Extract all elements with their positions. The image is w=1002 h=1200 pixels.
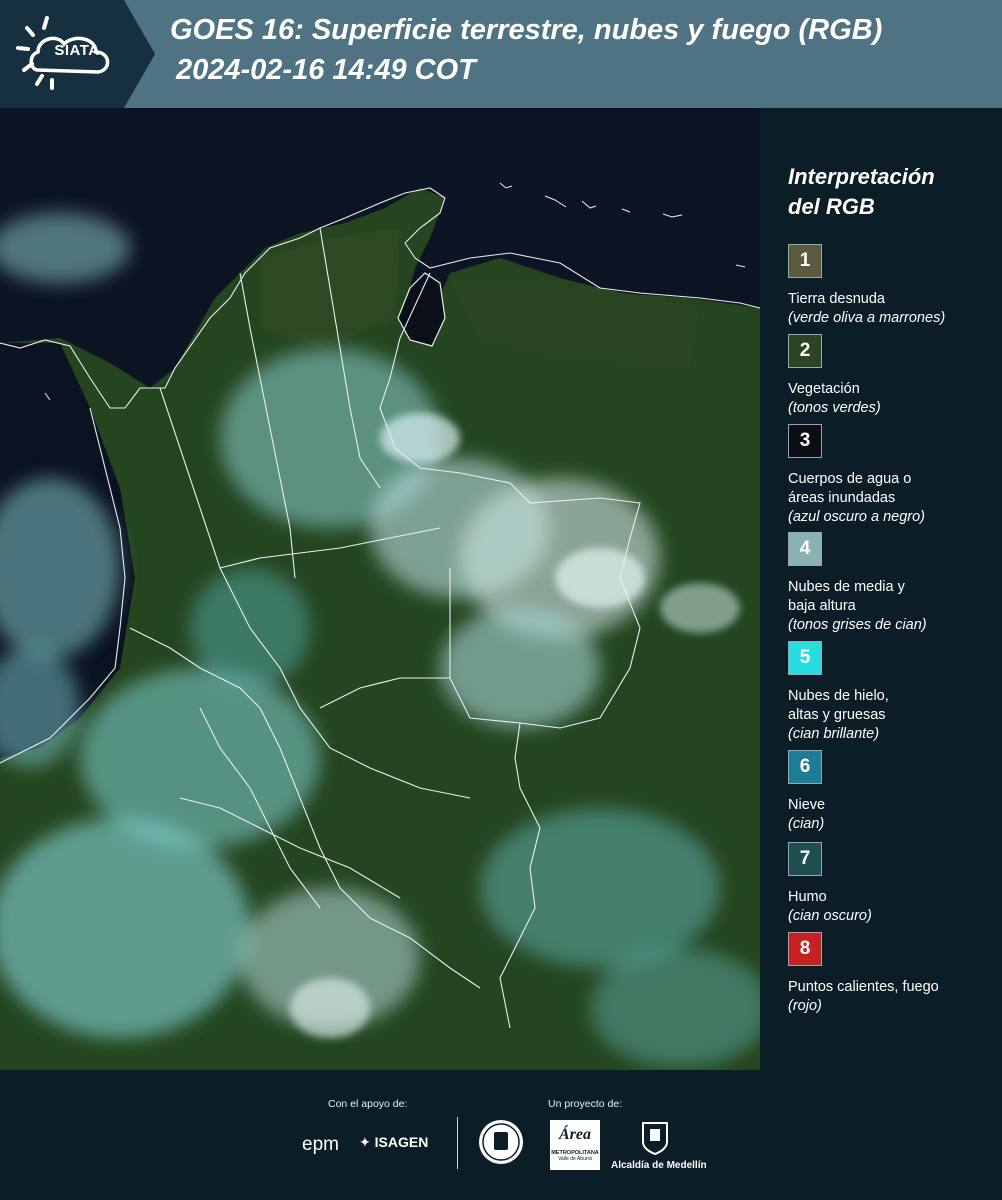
legend-item-label: Nubes de hielo, altas y gruesas <box>788 687 998 725</box>
legend-item-label-line2: baja altura <box>788 598 856 614</box>
area-logo-text: Área <box>559 1126 591 1143</box>
legend-item-label: Cuerpos de agua o áreas inundadas <box>788 470 998 508</box>
alcaldia-medellin-label: Alcaldía de Medellín <box>611 1160 707 1171</box>
siata-logo: SIATA <box>0 0 155 108</box>
legend-item-mid-low-clouds: 4 Nubes de media y baja altura (tonos gr… <box>788 532 998 635</box>
legend-swatch: 5 <box>788 641 822 675</box>
legend-item-label: Nieve <box>788 797 826 813</box>
area-metropolitana-logo: Área METROPOLITANA Valle de Aburrá <box>550 1120 600 1170</box>
legend-item-bare-land: 1 Tierra desnuda (verde oliva a marrones… <box>788 244 998 328</box>
rgb-legend-panel: Interpretación del RGB 1 Tierra desnuda … <box>760 108 1002 1070</box>
legend-item-label-line1: Cuerpos de agua o <box>788 471 912 487</box>
legend-item-label: Vegetación <box>788 381 860 397</box>
legend-item-note: (tonos verdes) <box>788 400 881 416</box>
legend-item-water: 3 Cuerpos de agua o áreas inundadas (azu… <box>788 424 998 527</box>
legend-item-note: (rojo) <box>788 998 822 1014</box>
legend-item-note: (azul oscuro a negro) <box>788 509 926 525</box>
legend-item-snow: 6 Nieve (cian) <box>788 750 998 834</box>
satellite-map <box>0 108 760 1070</box>
isagen-icon: ✦ <box>359 1134 371 1150</box>
legend-item-ice-clouds: 5 Nubes de hielo, altas y gruesas (cian … <box>788 641 998 744</box>
siata-logo-text: SIATA <box>54 42 100 59</box>
isagen-logo-text: ISAGEN <box>374 1134 429 1150</box>
legend-item-label: Nubes de media y baja altura <box>788 578 998 616</box>
legend-swatch: 8 <box>788 932 822 966</box>
legend-item-vegetation: 2 Vegetación (tonos verdes) <box>788 334 998 418</box>
legend-item-label-line2: altas y gruesas <box>788 707 886 723</box>
legend-swatch: 1 <box>788 244 822 278</box>
legend-item-smoke: 7 Humo (cian oscuro) <box>788 842 998 926</box>
medellin-crest-icon <box>640 1120 670 1156</box>
legend-title-line2: del RGB <box>788 194 875 219</box>
legend-item-note: (verde oliva a marrones) <box>788 310 946 326</box>
legend-item-note: (cian) <box>788 816 825 832</box>
page-timestamp: 2024-02-16 14:49 COT <box>176 54 476 86</box>
legend-item-label: Puntos calientes, fuego <box>788 979 939 995</box>
legend-swatch: 2 <box>788 334 822 368</box>
legend-title-line1: Interpretación <box>788 164 935 189</box>
legend-title: Interpretación del RGB <box>788 162 988 222</box>
epm-logo: epm <box>302 1134 339 1155</box>
isagen-logo: ✦ ISAGEN <box>359 1134 428 1151</box>
legend-item-fire: 8 Puntos calientes, fuego (rojo) <box>788 932 998 1016</box>
legend-swatch: 4 <box>788 532 822 566</box>
legend-item-label: Tierra desnuda <box>788 291 885 307</box>
legend-item-note: (cian oscuro) <box>788 908 872 924</box>
legend-item-label: Humo <box>788 889 827 905</box>
support-label: Con el apoyo de: <box>328 1098 408 1110</box>
area-logo-sub2: Valle de Aburrá <box>558 1156 592 1162</box>
legend-swatch: 7 <box>788 842 822 876</box>
header-bar: SIATA GOES 16: Superficie terrestre, nub… <box>0 0 1002 108</box>
page-title: GOES 16: Superficie terrestre, nubes y f… <box>170 14 883 46</box>
footer-divider <box>457 1117 458 1169</box>
legend-swatch: 6 <box>788 750 822 784</box>
legend-swatch: 3 <box>788 424 822 458</box>
university-seal-logo <box>477 1118 525 1166</box>
legend-item-label-line1: Nubes de media y <box>788 579 905 595</box>
legend-item-label-line1: Nubes de hielo, <box>788 688 889 704</box>
legend-item-note: (cian brillante) <box>788 726 880 742</box>
legend-item-label-line2: áreas inundadas <box>788 490 896 506</box>
legend-item-note: (tonos grises de cian) <box>788 617 927 633</box>
footer: Con el apoyo de: Un proyecto de: epm ✦ I… <box>0 1070 1002 1200</box>
project-label: Un proyecto de: <box>548 1098 623 1110</box>
